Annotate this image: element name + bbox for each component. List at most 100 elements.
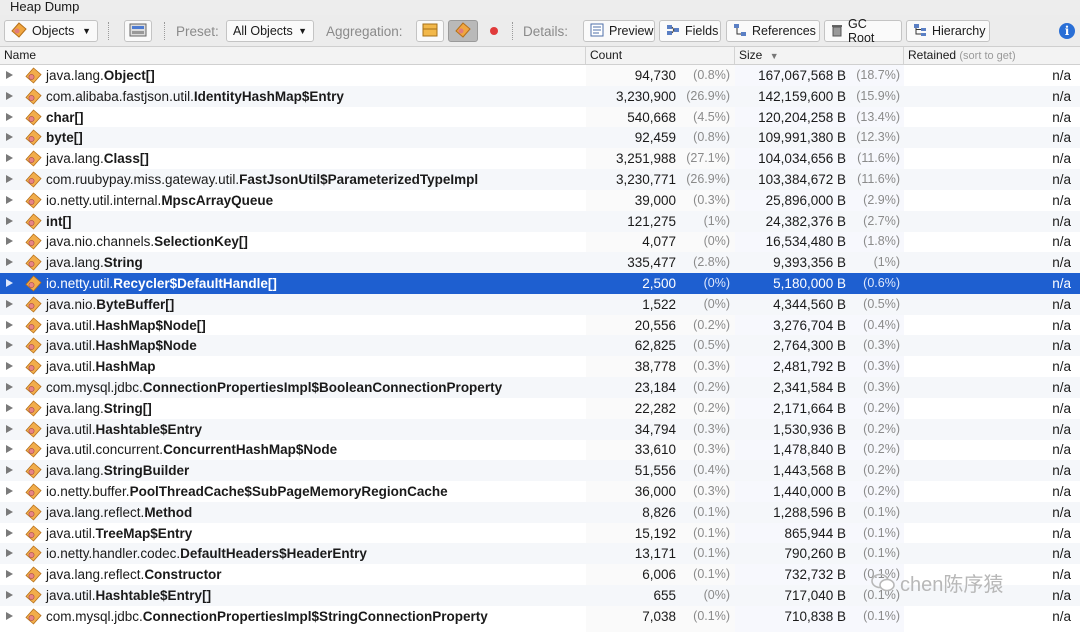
expand-arrow-icon[interactable] xyxy=(6,71,13,79)
package-prefix: java.util. xyxy=(46,588,96,603)
instance-count: 1,522 xyxy=(642,296,676,312)
expand-arrow-icon[interactable] xyxy=(6,175,13,183)
expand-arrow-icon[interactable] xyxy=(6,112,13,121)
retained-size: n/a xyxy=(1052,338,1071,354)
expand-arrow-icon[interactable] xyxy=(6,91,13,100)
column-header-size[interactable]: Size ▼ xyxy=(735,47,904,64)
class-simple-name: HashMap xyxy=(95,359,156,375)
aggregate-classes-button[interactable] xyxy=(448,20,478,42)
table-row[interactable]: java.util.Hashtable$Entry 34,794 (0.3%) 1,5… xyxy=(0,418,1080,440)
retained-size: n/a xyxy=(1052,567,1071,583)
expand-arrow-icon[interactable] xyxy=(6,362,13,371)
count-percent: (0.3%) xyxy=(693,421,730,436)
column-header-count[interactable]: Count xyxy=(586,47,735,64)
preset-select[interactable]: All Objects ▼ xyxy=(226,20,314,42)
expand-arrow-icon[interactable] xyxy=(6,216,13,225)
record-icon[interactable] xyxy=(490,27,498,35)
expand-arrow-icon[interactable] xyxy=(6,299,13,308)
expand-arrow-icon[interactable] xyxy=(6,258,13,267)
table-row[interactable]: com.mysql.jdbc.ConnectionPropertiesImpl$… xyxy=(0,377,1080,398)
table-row[interactable]: java.lang.Class[] 3,251,988 (27.1%) 104,034… xyxy=(0,148,1080,169)
expand-arrow-icon[interactable] xyxy=(6,383,13,391)
expand-arrow-icon[interactable] xyxy=(6,237,13,246)
shallow-size: 790,260 B xyxy=(784,546,846,562)
table-row[interactable]: byte[] 92,459 (0.8%) 109,991,380 B (12.3%) n/… xyxy=(0,127,1080,149)
expand-arrow-icon[interactable] xyxy=(6,279,13,287)
table-row[interactable]: com.ruubypay.miss.gateway.util.FastJsonU… xyxy=(0,169,1080,190)
package-prefix: java.lang.reflect. xyxy=(46,504,145,520)
package-prefix: io.netty.handler.codec. xyxy=(46,546,181,562)
class-name: char[] xyxy=(46,107,84,128)
hierarchy-button[interactable]: Hierarchy xyxy=(906,20,990,42)
count-percent: (0.3%) xyxy=(693,484,730,498)
aggregate-packages-button[interactable] xyxy=(416,20,444,42)
expand-arrow-icon[interactable] xyxy=(6,445,13,454)
class-icon xyxy=(25,109,42,126)
table-row[interactable]: java.lang.StringBuilder 51,556 (0.4%) 1,443… xyxy=(0,460,1080,482)
size-percent: (0.3%) xyxy=(863,359,900,374)
expand-arrow-icon[interactable] xyxy=(6,403,13,412)
package-prefix: java.lang. xyxy=(46,463,104,479)
shallow-size: 717,040 B xyxy=(784,588,846,603)
fields-button[interactable]: Fields xyxy=(659,20,721,42)
retained-size: n/a xyxy=(1052,192,1071,208)
table-row[interactable]: java.util.HashMap$Node[] 20,556 (0.2%) 3,27… xyxy=(0,315,1080,336)
table-row[interactable]: java.util.concurrent.ConcurrentHashMap$N… xyxy=(0,439,1080,460)
snapshot-button[interactable] xyxy=(124,20,152,42)
table-row[interactable]: io.netty.util.internal.MpscArrayQueue 39,… xyxy=(0,190,1080,211)
expand-arrow-icon[interactable] xyxy=(6,549,13,558)
class-simple-name: Constructor xyxy=(144,567,222,583)
count-percent: (0%) xyxy=(703,276,730,290)
expand-arrow-icon[interactable] xyxy=(6,133,13,142)
preview-button[interactable]: Preview xyxy=(583,20,655,42)
shallow-size: 2,764,300 B xyxy=(773,338,846,354)
table-row[interactable]: java.nio.ByteBuffer[] 1,522 (0%) 4,344,560 … xyxy=(0,293,1080,315)
table-row[interactable]: io.netty.handler.codec.DefaultHeaders$He… xyxy=(0,543,1080,565)
table-row[interactable]: java.lang.String 335,477 (2.8%) 9,393,356 B… xyxy=(0,252,1080,274)
table-row[interactable]: java.nio.channels.SelectionKey[] 4,077 (0%… xyxy=(0,231,1080,252)
objects-dropdown[interactable]: Objects ▼ xyxy=(4,20,98,42)
class-icon xyxy=(25,233,42,250)
table-row[interactable]: java.util.HashMap$Node 62,825 (0.5%) 2,764,… xyxy=(0,335,1080,357)
table-row[interactable]: io.netty.util.Recycler$DefaultHandle[] 2,… xyxy=(0,273,1080,294)
references-button[interactable]: References xyxy=(726,20,820,42)
expand-arrow-icon[interactable] xyxy=(6,507,13,516)
size-percent: (0.2%) xyxy=(863,442,900,457)
table-row[interactable]: int[] 121,275 (1%) 24,382,376 B (2.7%) n/a xyxy=(0,210,1080,232)
package-prefix: java.util.concurrent. xyxy=(46,442,164,458)
expand-arrow-icon[interactable] xyxy=(6,341,13,350)
table-row[interactable]: com.alibaba.fastjson.util.IdentityHashMa… xyxy=(0,85,1080,107)
expand-arrow-icon[interactable] xyxy=(6,195,13,204)
expand-arrow-icon[interactable] xyxy=(6,154,13,163)
expand-arrow-icon[interactable] xyxy=(6,320,13,329)
expand-arrow-icon[interactable] xyxy=(6,528,13,537)
instance-count: 20,556 xyxy=(634,317,676,333)
table-row[interactable]: char[] 540,668 (4.5%) 120,204,258 B (13.4%) n… xyxy=(0,107,1080,128)
count-percent: (2.8%) xyxy=(693,255,730,270)
gc-root-button[interactable]: GC Root xyxy=(824,17,902,45)
column-header-retained[interactable]: Retained (sort to get) xyxy=(904,47,1080,64)
table-row[interactable]: java.util.HashMap 38,778 (0.3%) 2,481,792 B… xyxy=(0,356,1080,377)
size-percent: (0.1%) xyxy=(863,546,900,561)
table-row[interactable]: io.netty.buffer.PoolThreadCache$SubPageM… xyxy=(0,481,1080,502)
retained-size: n/a xyxy=(1052,109,1071,125)
info-icon[interactable]: i xyxy=(1059,23,1075,39)
size-percent: (13.4%) xyxy=(856,109,900,124)
table-row[interactable]: java.lang.Object[] 94,730 (0.8%) 167,067,56… xyxy=(0,65,1080,86)
table-row[interactable]: com.mysql.jdbc.ConnectionPropertiesImpl$… xyxy=(0,606,1080,627)
instance-count: 39,000 xyxy=(634,192,676,208)
expand-arrow-icon[interactable] xyxy=(6,424,13,433)
size-percent: (0.2%) xyxy=(863,421,900,436)
preset-label: Preset: xyxy=(176,23,219,39)
expand-arrow-icon[interactable] xyxy=(6,570,13,579)
expand-arrow-icon[interactable] xyxy=(6,611,13,620)
class-name: java.lang.StringBuilder xyxy=(46,460,189,481)
references-label: References xyxy=(752,24,816,38)
table-row[interactable]: java.lang.reflect.Method 8,826 (0.1%) 1,288… xyxy=(0,501,1080,523)
column-header-name[interactable]: Name xyxy=(0,47,586,64)
table-row[interactable]: java.lang.String[] 22,282 (0.2%) 2,171,664 … xyxy=(0,398,1080,419)
expand-arrow-icon[interactable] xyxy=(6,591,13,599)
table-row[interactable]: java.util.TreeMap$Entry 15,192 (0.1%) 865,9… xyxy=(0,523,1080,544)
expand-arrow-icon[interactable] xyxy=(6,487,13,495)
expand-arrow-icon[interactable] xyxy=(6,466,13,475)
